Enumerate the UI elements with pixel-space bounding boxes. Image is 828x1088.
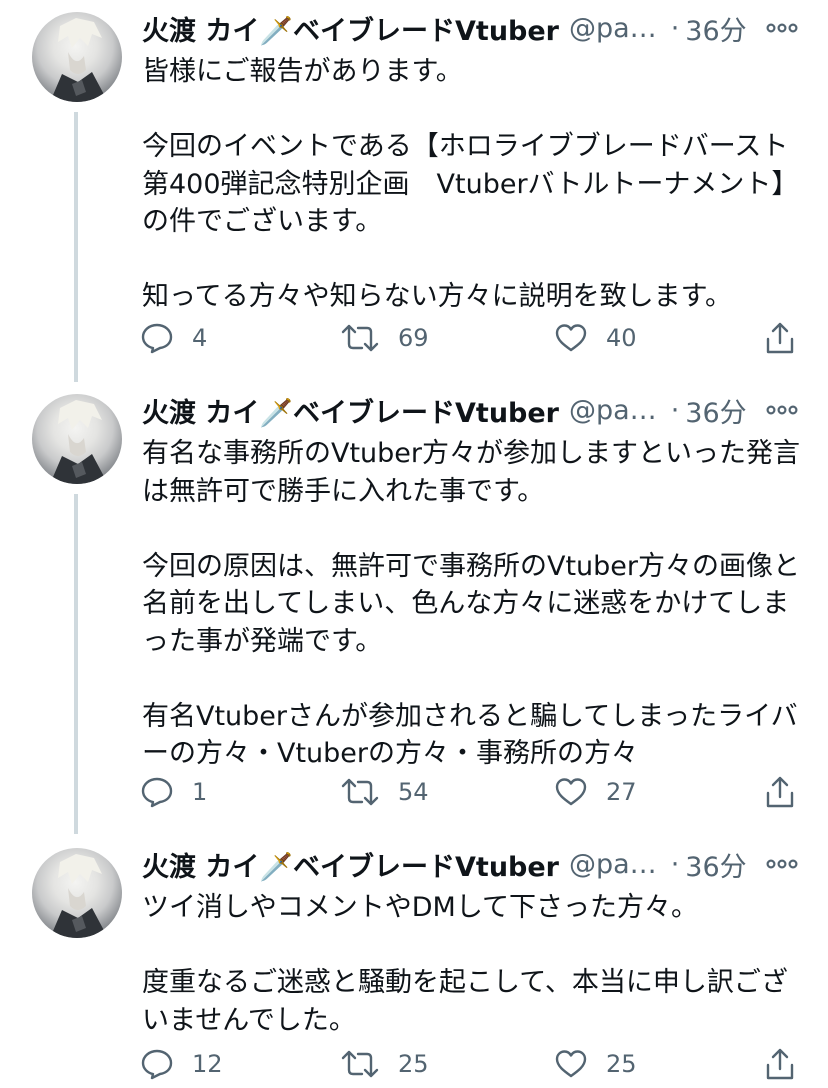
tweet-2[interactable]: 火渡 カイ🗡️ベイブレードVtuber @pa… · 36分 有名な事務所のVt…	[0, 382, 828, 834]
like-count: 27	[606, 778, 637, 806]
reply-count: 1	[192, 778, 208, 806]
like-count: 25	[606, 1050, 637, 1078]
author-name[interactable]: 火渡 カイ🗡️ベイブレードVtuber	[142, 9, 559, 48]
author-name[interactable]: 火渡 カイ🗡️ベイブレードVtuber	[142, 391, 559, 430]
retweet-icon	[341, 324, 379, 352]
more-options-icon	[766, 405, 798, 415]
retweet-button[interactable]: 54	[340, 772, 429, 812]
more-options-icon	[766, 23, 798, 33]
more-options-icon	[766, 859, 798, 869]
share-icon	[766, 776, 794, 808]
separator-dot: ·	[670, 848, 680, 880]
separator-dot: ·	[670, 394, 680, 426]
tweet-3[interactable]: 火渡 カイ🗡️ベイブレードVtuber @pa… · 36分 ツイ消しやコメント…	[0, 836, 828, 1088]
reply-button[interactable]: 4	[140, 318, 207, 358]
tweet-text: ツイ消しやコメントやDMして下さった方々。 度重なるご迷惑と騒動を起こして、本当…	[142, 892, 788, 1036]
more-options-button[interactable]	[764, 390, 800, 430]
reply-icon	[141, 777, 173, 808]
separator-dot: ·	[670, 12, 680, 44]
reply-button[interactable]: 1	[140, 772, 207, 812]
timestamp[interactable]: 36分	[685, 391, 746, 430]
like-icon	[555, 324, 587, 352]
author-handle[interactable]: @pa…	[569, 849, 657, 880]
avatar[interactable]	[32, 848, 122, 938]
timestamp[interactable]: 36分	[685, 845, 746, 884]
author-handle[interactable]: @pa…	[569, 13, 657, 44]
tweet-text: 有名な事務所のVtuber方々が参加しますといった発言は無許可で勝手に入れた事で…	[142, 438, 801, 769]
retweet-count: 25	[398, 1050, 429, 1078]
share-button[interactable]	[764, 318, 796, 358]
tweet-actions: 1 54 27	[0, 772, 828, 812]
like-button[interactable]: 27	[554, 772, 637, 812]
reply-icon	[141, 1049, 173, 1080]
tweet-header: 火渡 カイ🗡️ベイブレードVtuber @pa… · 36分	[142, 390, 747, 430]
avatar-image	[50, 400, 108, 484]
retweet-button[interactable]: 69	[340, 318, 429, 358]
avatar[interactable]	[32, 12, 122, 102]
timestamp[interactable]: 36分	[685, 9, 746, 48]
share-button[interactable]	[764, 1044, 796, 1084]
more-options-button[interactable]	[764, 8, 800, 48]
tweet-actions: 12 25 25	[0, 1044, 828, 1084]
share-icon	[766, 1048, 794, 1080]
more-options-button[interactable]	[764, 844, 800, 884]
like-icon	[555, 778, 587, 806]
author-name[interactable]: 火渡 カイ🗡️ベイブレードVtuber	[142, 845, 559, 884]
like-icon	[555, 1050, 587, 1078]
like-count: 40	[606, 324, 637, 352]
retweet-count: 69	[398, 324, 429, 352]
like-button[interactable]: 25	[554, 1044, 637, 1084]
tweet-text: 皆様にご報告があります。 今回のイベントである【ホロライブブレードバースト 第4…	[142, 56, 799, 312]
reply-count: 12	[192, 1050, 223, 1078]
tweet-actions: 4 69 40	[0, 318, 828, 358]
reply-count: 4	[192, 324, 208, 352]
like-button[interactable]: 40	[554, 318, 637, 358]
avatar-image	[50, 854, 108, 938]
share-button[interactable]	[764, 772, 796, 812]
author-handle[interactable]: @pa…	[569, 395, 657, 426]
share-icon	[766, 322, 794, 354]
reply-button[interactable]: 12	[140, 1044, 223, 1084]
retweet-icon	[341, 1050, 379, 1078]
retweet-button[interactable]: 25	[340, 1044, 429, 1084]
avatar-image	[50, 18, 108, 102]
retweet-count: 54	[398, 778, 429, 806]
reply-icon	[141, 323, 173, 354]
retweet-icon	[341, 778, 379, 806]
tweet-header: 火渡 カイ🗡️ベイブレードVtuber @pa… · 36分	[142, 8, 747, 48]
tweet-header: 火渡 カイ🗡️ベイブレードVtuber @pa… · 36分	[142, 844, 747, 884]
tweet-1[interactable]: 火渡 カイ🗡️ベイブレードVtuber @pa… · 36分 皆様にご報告があり…	[0, 0, 828, 382]
avatar[interactable]	[32, 394, 122, 484]
